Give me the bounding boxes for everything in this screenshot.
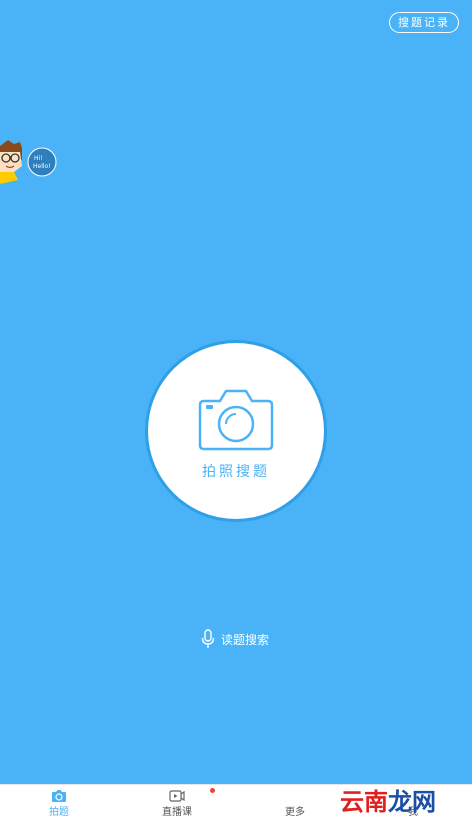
camera-tab-icon bbox=[52, 790, 66, 802]
photo-search-button[interactable]: 拍照搜题 bbox=[148, 343, 324, 519]
svg-text:Hello!: Hello! bbox=[33, 163, 51, 170]
tab-label: 更多 bbox=[285, 807, 305, 818]
watermark-text-2: 龙网 bbox=[388, 788, 436, 816]
camera-icon bbox=[198, 389, 274, 451]
tab-live-class[interactable]: 直播课 bbox=[118, 785, 236, 824]
tab-photo-search[interactable]: 拍题 bbox=[0, 785, 118, 824]
mascot-hello-icon[interactable]: Hi! Hello! bbox=[0, 138, 60, 186]
tab-label: 拍题 bbox=[49, 807, 69, 818]
video-tab-icon bbox=[169, 790, 185, 802]
svg-text:Hi!: Hi! bbox=[34, 155, 43, 162]
voice-search-button[interactable]: 读题搜索 bbox=[201, 628, 269, 650]
tab-more[interactable]: 更多 bbox=[236, 785, 354, 824]
tab-label: 直播课 bbox=[162, 807, 192, 818]
microphone-icon bbox=[201, 629, 215, 648]
voice-search-label: 读题搜索 bbox=[221, 632, 270, 647]
search-history-button[interactable]: 搜题记录 bbox=[389, 12, 459, 33]
watermark-text-1: 云南 bbox=[340, 788, 388, 816]
photo-search-label: 拍照搜题 bbox=[202, 464, 270, 480]
main-area: 搜题记录 Hi! Hello! 拍照搜题 读题搜索 bbox=[0, 0, 472, 784]
watermark-logo: 云南龙网 bbox=[340, 782, 436, 817]
notification-badge bbox=[210, 788, 215, 793]
